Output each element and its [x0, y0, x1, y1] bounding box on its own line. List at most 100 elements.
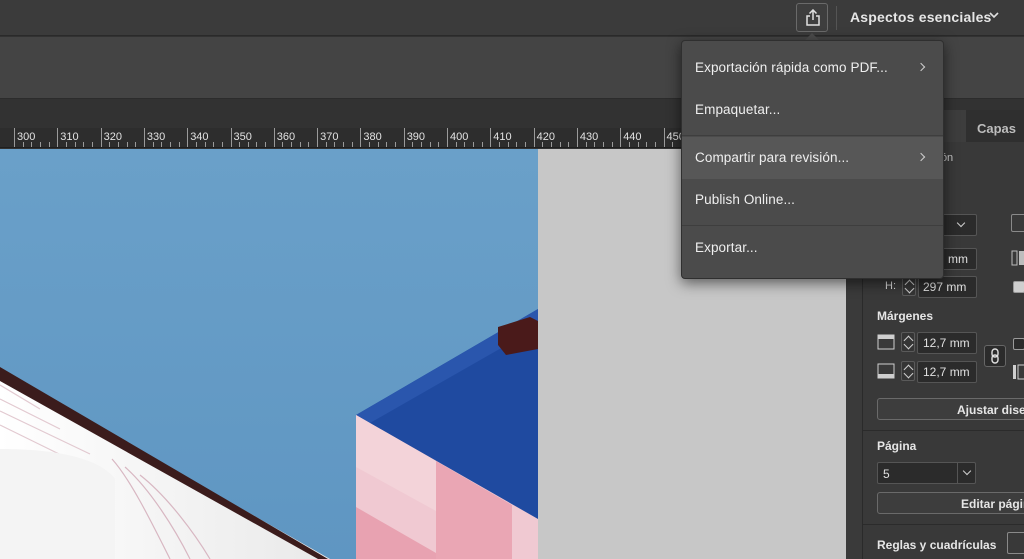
checkbox[interactable] [1013, 338, 1024, 350]
ruler-minor-tick [213, 142, 215, 147]
ruler-label: 360 [276, 131, 296, 143]
ruler-minor-tick [472, 142, 474, 147]
margin-bottom-stepper[interactable] [901, 361, 915, 381]
ruler-label: 310 [60, 131, 79, 143]
ruler-minor-tick [386, 142, 388, 147]
ruler-minor-tick [161, 142, 163, 147]
ruler-minor-tick [334, 142, 336, 147]
ruler-minor-tick [308, 142, 310, 147]
ruler-label: 300 [17, 131, 36, 143]
ruler-minor-tick [65, 142, 67, 147]
chevron-down-icon [962, 466, 972, 476]
ruler-units-icon[interactable] [1007, 532, 1024, 554]
menu-item-package[interactable]: Empaquetar... [682, 89, 943, 131]
chevron-right-icon [916, 62, 926, 72]
menu-item-export[interactable]: Exportar... [682, 227, 943, 269]
menu-item-label: Empaquetar... [695, 102, 781, 117]
link-margins-icon[interactable] [984, 345, 1006, 367]
ruler-major-tick [273, 128, 275, 147]
select-divider [957, 463, 958, 483]
ruler-minor-tick [585, 142, 587, 147]
preset-select[interactable] [941, 214, 977, 236]
ruler-minor-tick [377, 142, 379, 147]
menu-item-quick-export-pdf[interactable]: Exportación rápida como PDF... [682, 47, 943, 89]
margin-top-icon [877, 334, 897, 352]
ruler-major-tick [143, 128, 145, 147]
ruler-minor-tick [265, 142, 267, 147]
ruler-minor-tick [178, 142, 180, 147]
chevron-down-icon[interactable] [989, 11, 999, 19]
document-page-artwork[interactable] [0, 149, 538, 559]
ruler-major-tick [230, 128, 232, 147]
workspace-switcher-label[interactable]: Aspectos esenciales [850, 9, 992, 25]
ruler-major-tick [360, 128, 362, 147]
ruler-major-tick [490, 128, 492, 147]
ruler-minor-tick [412, 142, 414, 147]
ruler-label: 420 [536, 131, 555, 143]
ruler-minor-tick [325, 142, 327, 147]
ruler-minor-tick [542, 142, 544, 147]
ruler-minor-tick [464, 142, 466, 147]
margin-top-field[interactable]: 12,7 mm [917, 332, 977, 354]
margins-heading: Márgenes [877, 309, 934, 323]
ruler-major-tick [620, 128, 622, 147]
ruler-minor-tick [343, 142, 345, 147]
height-field[interactable]: 297 mm [918, 276, 977, 298]
ruler-minor-tick [516, 142, 518, 147]
ruler-minor-tick [204, 142, 206, 147]
page-select[interactable]: 5 [877, 462, 976, 484]
ruler-label: 370 [320, 131, 339, 143]
ruler-minor-tick [195, 142, 197, 147]
ruler-label: 390 [406, 131, 426, 143]
ruler-minor-tick [507, 142, 509, 147]
ruler-minor-tick [291, 142, 293, 147]
height-stepper[interactable] [902, 276, 916, 296]
panel-divider [863, 524, 1024, 525]
margin-bottom-icon [877, 363, 897, 381]
ruler-minor-tick [135, 142, 137, 147]
rulers-grids-heading: Reglas y cuadrículas [877, 538, 997, 552]
ruler-minor-tick [438, 142, 440, 147]
share-button[interactable] [796, 3, 828, 32]
ruler-label: 410 [493, 131, 512, 143]
ruler-minor-tick [628, 142, 630, 147]
ruler-minor-tick [594, 142, 596, 147]
menu-item-share-for-review[interactable]: Compartir para revisión... [682, 137, 943, 179]
ruler-major-tick [187, 128, 189, 147]
width-field[interactable]: mm [941, 248, 977, 270]
ruler-minor-tick [74, 142, 76, 147]
margin-top-stepper[interactable] [901, 332, 915, 352]
ruler-major-tick [576, 128, 578, 147]
menu-separator [682, 135, 943, 136]
ruler-minor-tick [429, 142, 431, 147]
ruler-minor-tick [126, 142, 128, 147]
checkbox-checked[interactable] [1013, 281, 1024, 293]
ruler-minor-tick [421, 142, 423, 147]
share-menu: Exportación rápida como PDF... Empaqueta… [681, 40, 944, 279]
menu-item-label: Publish Online... [695, 192, 796, 207]
ruler-minor-tick [568, 142, 570, 147]
margin-bottom-field[interactable]: 12,7 mm [917, 361, 977, 383]
ruler-major-tick [533, 128, 535, 147]
ruler-label: 340 [190, 131, 209, 143]
menu-item-label: Compartir para revisión... [695, 150, 850, 165]
ruler-minor-tick [247, 142, 249, 147]
ruler-major-tick [100, 128, 102, 147]
tab-layers[interactable]: Capas [977, 121, 1016, 136]
orientation-icon[interactable] [1011, 214, 1024, 232]
adjust-layout-button[interactable]: Ajustar diseñ [877, 398, 1024, 420]
ruler-minor-tick [524, 142, 526, 147]
ruler-minor-tick [481, 142, 483, 147]
ruler-major-tick [317, 128, 319, 147]
facing-pages-icon[interactable] [1011, 250, 1024, 268]
ruler-label: 320 [103, 131, 122, 143]
menu-item-publish-online[interactable]: Publish Online... [682, 179, 943, 221]
ruler-minor-tick [369, 142, 371, 147]
ruler-minor-tick [455, 142, 457, 147]
isometric-illustration [0, 149, 538, 559]
share-icon [806, 9, 820, 26]
ruler-minor-tick [395, 142, 397, 147]
edit-page-button[interactable]: Editar página [877, 492, 1024, 514]
ruler-minor-tick [22, 142, 24, 147]
ruler-major-tick [663, 128, 665, 147]
